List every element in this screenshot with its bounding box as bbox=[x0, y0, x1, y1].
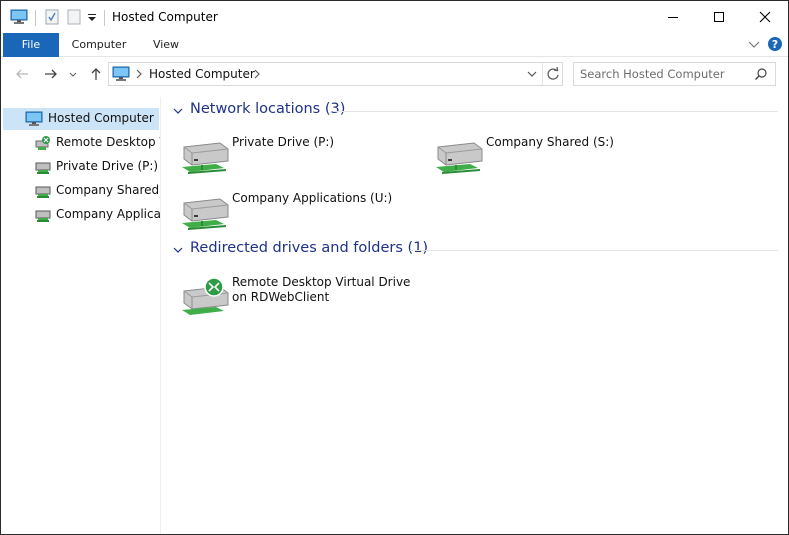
svg-text:?: ? bbox=[772, 38, 778, 51]
nav-item-label: Company Shared (S:) bbox=[56, 183, 160, 197]
network-drive-icon bbox=[35, 159, 51, 178]
back-button[interactable] bbox=[13, 65, 31, 83]
drive-label: Remote Desktop Virtual Drive on RDWebCli… bbox=[232, 275, 411, 304]
search-box[interactable] bbox=[573, 62, 776, 86]
properties-icon[interactable] bbox=[45, 9, 59, 27]
minimize-icon bbox=[668, 17, 678, 18]
tab-file[interactable]: File bbox=[3, 33, 59, 57]
nav-item-hosted-computer[interactable]: Hosted Computer bbox=[3, 108, 159, 130]
back-arrow-icon bbox=[16, 69, 28, 79]
drive-label: Company Applications (U:) bbox=[232, 191, 393, 205]
ribbon-tabs: File Computer View ? bbox=[1, 33, 788, 57]
drive-company-applications[interactable]: Company Applications (U:) bbox=[180, 189, 420, 241]
help-icon[interactable]: ? bbox=[767, 36, 783, 55]
nav-item-label: Hosted Computer bbox=[48, 111, 154, 125]
network-drive-icon bbox=[35, 207, 51, 226]
breadcrumb-chevron-icon[interactable] bbox=[253, 67, 261, 84]
content-pane: Network locations (3) Private Drive (P:) bbox=[162, 97, 788, 534]
forward-button[interactable] bbox=[42, 65, 60, 83]
nav-item-label: Company Applications (U:) bbox=[56, 207, 161, 221]
chevron-down-icon[interactable] bbox=[172, 105, 184, 120]
nav-item-company-applications[interactable]: Company Applications (U:) bbox=[1, 204, 161, 226]
network-drive-icon bbox=[182, 198, 229, 230]
expand-ribbon-icon[interactable] bbox=[748, 36, 760, 55]
new-folder-icon[interactable] bbox=[67, 9, 81, 27]
breadcrumb-chevron-icon[interactable] bbox=[135, 67, 143, 84]
chevron-down-icon bbox=[69, 72, 77, 77]
group-header-redirected-drives[interactable]: Redirected drives and folders (1) bbox=[168, 240, 778, 260]
drive-private[interactable]: Private Drive (P:) bbox=[180, 133, 420, 185]
explorer-window: Hosted Computer File Computer View ? Hos… bbox=[0, 0, 789, 535]
window-title: Hosted Computer bbox=[112, 10, 218, 24]
title-bar: Hosted Computer bbox=[1, 1, 788, 33]
group-title: Network locations (3) bbox=[190, 101, 346, 117]
nav-item-company-shared[interactable]: Company Shared (S:) bbox=[1, 180, 160, 202]
quick-access-separator bbox=[35, 10, 36, 26]
network-drive-icon bbox=[35, 183, 51, 202]
search-icon[interactable] bbox=[754, 67, 768, 84]
nav-item-private-drive[interactable]: Private Drive (P:) bbox=[1, 156, 160, 178]
drive-label: Company Shared (S:) bbox=[486, 135, 614, 149]
minimize-button[interactable] bbox=[650, 1, 696, 33]
close-button[interactable] bbox=[742, 1, 788, 33]
nav-item-label: Private Drive (P:) bbox=[56, 159, 159, 173]
search-input[interactable] bbox=[580, 66, 750, 82]
group-divider bbox=[410, 250, 778, 251]
network-drive-icon bbox=[436, 142, 483, 174]
redirected-drive-icon bbox=[35, 135, 51, 154]
computer-icon[interactable] bbox=[10, 9, 28, 27]
nav-item-label: Remote Desktop Virtual Drive on RDWebCli… bbox=[56, 135, 160, 149]
address-history-dropdown-icon[interactable] bbox=[525, 67, 539, 84]
customize-toolbar-icon[interactable] bbox=[87, 9, 97, 27]
up-button[interactable] bbox=[87, 65, 105, 83]
forward-arrow-icon bbox=[45, 69, 57, 79]
group-divider bbox=[333, 111, 778, 112]
computer-icon bbox=[112, 66, 130, 85]
drive-label: Private Drive (P:) bbox=[232, 135, 335, 149]
network-drive-icon bbox=[182, 142, 229, 174]
recent-locations-button[interactable] bbox=[67, 65, 79, 83]
up-arrow-icon bbox=[91, 68, 101, 80]
group-header-network-locations[interactable]: Network locations (3) bbox=[168, 101, 778, 121]
close-icon bbox=[759, 11, 771, 23]
chevron-down-icon[interactable] bbox=[172, 244, 184, 259]
group-title: Redirected drives and folders (1) bbox=[190, 240, 429, 256]
breadcrumb-hosted-computer[interactable]: Hosted Computer bbox=[149, 67, 255, 81]
redirected-drive-icon bbox=[182, 277, 229, 315]
monitor-icon bbox=[25, 111, 43, 130]
maximize-button[interactable] bbox=[696, 1, 742, 33]
title-separator bbox=[104, 10, 105, 26]
tab-view[interactable]: View bbox=[141, 33, 191, 57]
tab-computer[interactable]: Computer bbox=[63, 33, 135, 57]
refresh-icon[interactable] bbox=[545, 66, 561, 85]
navigation-bar: Hosted Computer bbox=[1, 58, 788, 91]
nav-item-remote-desktop-drive[interactable]: Remote Desktop Virtual Drive on RDWebCli… bbox=[1, 132, 160, 154]
maximize-icon bbox=[714, 12, 724, 22]
navigation-pane: Hosted Computer Remote Desktop Virtual D… bbox=[1, 97, 161, 534]
drive-remote-desktop-virtual[interactable]: Remote Desktop Virtual Drive on RDWebCli… bbox=[180, 273, 420, 325]
address-bar[interactable]: Hosted Computer bbox=[108, 62, 563, 86]
drive-company-shared[interactable]: Company Shared (S:) bbox=[434, 133, 674, 185]
address-separator bbox=[542, 63, 543, 85]
